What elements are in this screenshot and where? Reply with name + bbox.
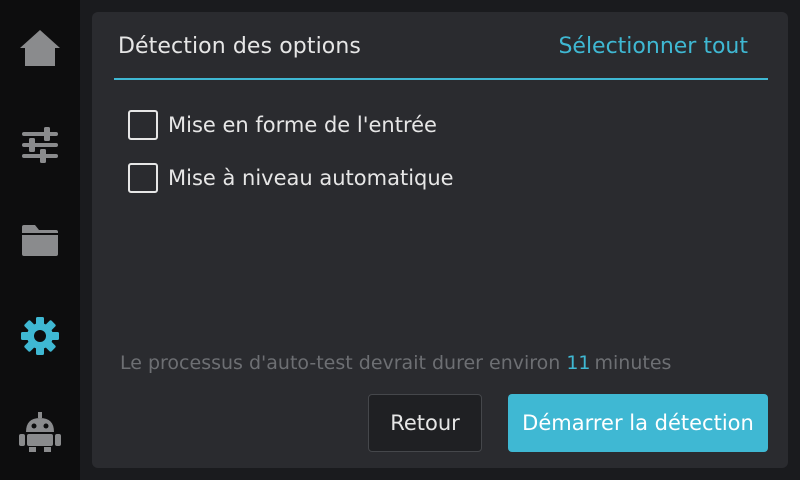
folder-icon <box>22 225 58 256</box>
back-button[interactable]: Retour <box>368 394 482 452</box>
select-all-button[interactable]: Sélectionner tout <box>558 34 748 59</box>
nav-home[interactable] <box>0 0 80 96</box>
nav-robot[interactable] <box>0 384 80 480</box>
nav-system-settings[interactable] <box>0 288 80 384</box>
duration-info-prefix: Le processus d'auto-test devrait durer e… <box>120 352 561 374</box>
duration-info: Le processus d'auto-test devrait durer e… <box>120 352 671 374</box>
panel-title: Détection des options <box>118 34 361 59</box>
start-detection-button[interactable]: Démarrer la détection <box>508 394 768 452</box>
panel-header: Détection des options Sélectionner tout <box>114 12 768 80</box>
nav-settings-sliders[interactable] <box>0 96 80 192</box>
option-label: Mise en forme de l'entrée <box>168 113 437 137</box>
checkbox-auto-leveling[interactable] <box>128 163 158 193</box>
robot-icon <box>19 412 61 452</box>
sidebar <box>0 0 80 480</box>
nav-files[interactable] <box>0 192 80 288</box>
duration-value: 11 <box>566 352 591 374</box>
home-icon <box>20 30 60 66</box>
duration-info-suffix: minutes <box>594 352 672 374</box>
checkbox-input-shaping[interactable] <box>128 110 158 140</box>
option-auto-leveling[interactable]: Mise à niveau automatique <box>128 163 454 193</box>
screen: Détection des options Sélectionner tout … <box>0 0 800 480</box>
option-input-shaping[interactable]: Mise en forme de l'entrée <box>128 110 437 140</box>
gear-icon <box>21 317 59 355</box>
option-label: Mise à niveau automatique <box>168 166 454 190</box>
detection-options-panel: Détection des options Sélectionner tout … <box>92 12 788 468</box>
sliders-icon <box>22 127 58 163</box>
